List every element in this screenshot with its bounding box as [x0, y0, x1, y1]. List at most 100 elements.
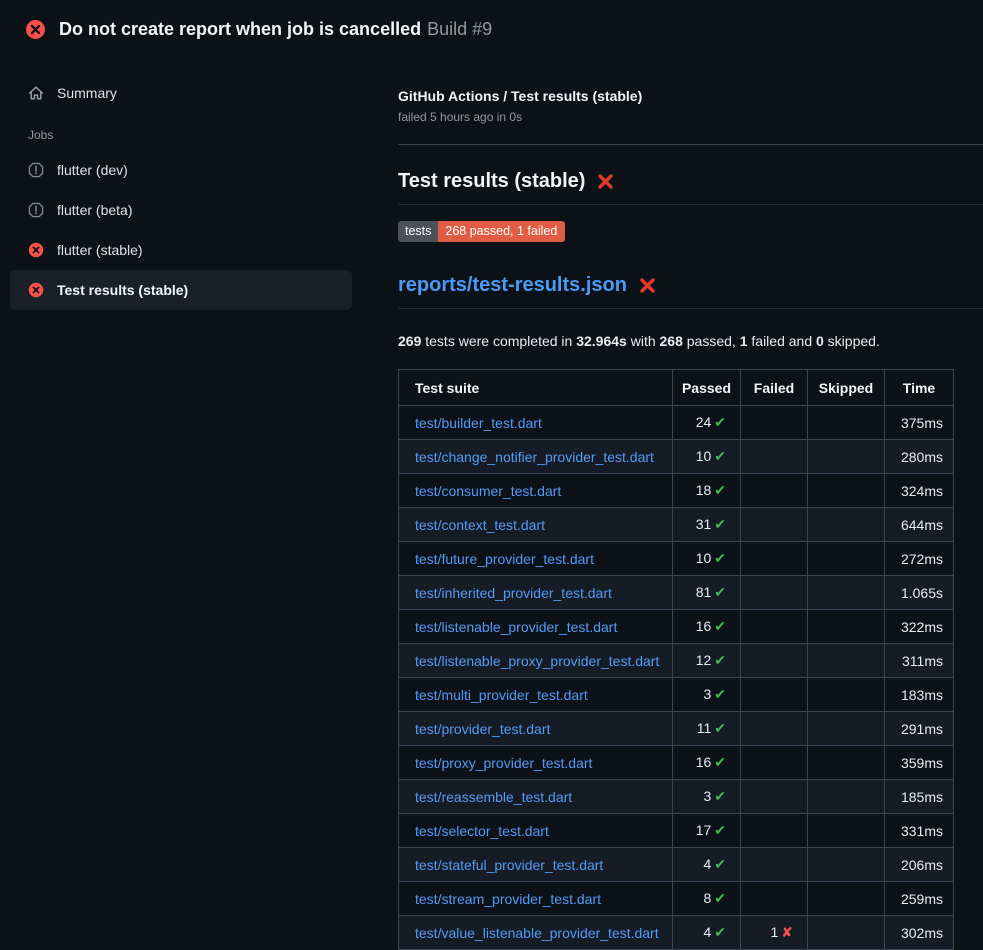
skipped-cell: [808, 780, 885, 814]
badge-label: tests: [398, 221, 438, 242]
skipped-cell: [808, 644, 885, 678]
skipped-count: 0: [816, 333, 824, 349]
check-icon: ✔: [714, 720, 726, 736]
x-mark-icon: [596, 172, 615, 191]
skipped-cell: [808, 576, 885, 610]
passed-cell: 3✔: [673, 780, 741, 814]
skipped-cell: [808, 814, 885, 848]
test-suite-link[interactable]: test/consumer_test.dart: [415, 483, 561, 499]
test-suite-cell: test/context_test.dart: [399, 508, 673, 542]
test-suite-cell: test/change_notifier_provider_test.dart: [399, 440, 673, 474]
time-cell: 183ms: [885, 678, 954, 712]
skipped-cell: [808, 848, 885, 882]
failed-cell: [741, 576, 808, 610]
test-suite-link[interactable]: test/proxy_provider_test.dart: [415, 755, 592, 771]
build-number: Build #9: [427, 19, 492, 39]
time-cell: 375ms: [885, 406, 954, 440]
test-suite-cell: test/listenable_proxy_provider_test.dart: [399, 644, 673, 678]
test-suite-link[interactable]: test/future_provider_test.dart: [415, 551, 594, 567]
sidebar: Summary Jobs flutter (dev) flut: [0, 56, 380, 310]
check-icon: ✔: [714, 414, 726, 430]
build-title-text: Do not create report when job is cancell…: [59, 19, 421, 39]
table-row: test/reassemble_test.dart 3✔ 185ms: [399, 780, 954, 814]
sidebar-item-flutter-dev[interactable]: flutter (dev): [10, 150, 352, 190]
test-suite-link[interactable]: test/value_listenable_provider_test.dart: [415, 925, 659, 941]
cancelled-status-icon: [28, 202, 44, 218]
test-suite-link[interactable]: test/change_notifier_provider_test.dart: [415, 449, 654, 465]
check-icon: ✔: [714, 550, 726, 566]
sidebar-item-summary[interactable]: Summary: [10, 74, 352, 112]
skipped-cell: [808, 508, 885, 542]
check-icon: ✔: [714, 482, 726, 498]
failed-cell: [741, 746, 808, 780]
test-suite-cell: test/stream_provider_test.dart: [399, 882, 673, 916]
check-icon: ✔: [714, 516, 726, 532]
sidebar-item-label: flutter (beta): [57, 202, 132, 218]
run-meta: failed 5 hours ago in 0s: [398, 109, 983, 125]
sidebar-item-test-results-stable[interactable]: Test results (stable): [10, 270, 352, 310]
test-suite-cell: test/inherited_provider_test.dart: [399, 576, 673, 610]
test-suite-link[interactable]: test/listenable_provider_test.dart: [415, 619, 617, 635]
passed-cell: 11✔: [673, 712, 741, 746]
time-cell: 280ms: [885, 440, 954, 474]
col-header-failed: Failed: [741, 370, 808, 406]
failed-cell: [741, 712, 808, 746]
test-suite-cell: test/stateful_provider_test.dart: [399, 848, 673, 882]
test-suite-link[interactable]: test/stream_provider_test.dart: [415, 891, 601, 907]
col-header-skipped: Skipped: [808, 370, 885, 406]
failed-cell: [741, 644, 808, 678]
test-suite-link[interactable]: test/multi_provider_test.dart: [415, 687, 588, 703]
report-file-link[interactable]: reports/test-results.json: [398, 272, 627, 299]
table-row: test/listenable_provider_test.dart 16✔ 3…: [399, 610, 954, 644]
test-suite-link[interactable]: test/builder_test.dart: [415, 415, 542, 431]
time-cell: 1.065s: [885, 576, 954, 610]
test-suite-cell: test/proxy_provider_test.dart: [399, 746, 673, 780]
failed-cell: [741, 780, 808, 814]
section-title: Test results (stable): [398, 168, 983, 205]
sidebar-item-flutter-beta[interactable]: flutter (beta): [10, 190, 352, 230]
table-header-row: Test suite Passed Failed Skipped Time: [399, 370, 954, 406]
failed-cell: [741, 610, 808, 644]
test-suite-link[interactable]: test/inherited_provider_test.dart: [415, 585, 612, 601]
passed-cell: 4✔: [673, 916, 741, 950]
test-suite-link[interactable]: test/context_test.dart: [415, 517, 545, 533]
section-title-text: Test results (stable): [398, 168, 585, 195]
check-icon: ✔: [714, 754, 726, 770]
table-row: test/context_test.dart 31✔ 644ms: [399, 508, 954, 542]
passed-cell: 10✔: [673, 440, 741, 474]
test-suite-link[interactable]: test/provider_test.dart: [415, 721, 550, 737]
time-cell: 259ms: [885, 882, 954, 916]
test-suite-link[interactable]: test/selector_test.dart: [415, 823, 549, 839]
results-table: Test suite Passed Failed Skipped Time te…: [398, 369, 954, 950]
failed-cell: [741, 678, 808, 712]
check-icon: ✔: [714, 822, 726, 838]
skipped-cell: [808, 712, 885, 746]
test-suite-link[interactable]: test/listenable_proxy_provider_test.dart: [415, 653, 659, 669]
skipped-cell: [808, 916, 885, 950]
tests-badge: tests 268 passed, 1 failed: [398, 221, 565, 242]
passed-cell: 16✔: [673, 610, 741, 644]
total-tests-count: 269: [398, 333, 421, 349]
test-suite-link[interactable]: test/reassemble_test.dart: [415, 789, 572, 805]
sidebar-item-label: flutter (stable): [57, 242, 143, 258]
test-suite-cell: test/listenable_provider_test.dart: [399, 610, 673, 644]
table-row: test/provider_test.dart 11✔ 291ms: [399, 712, 954, 746]
check-icon: ✔: [714, 652, 726, 668]
table-row: test/value_listenable_provider_test.dart…: [399, 916, 954, 950]
col-header-time: Time: [885, 370, 954, 406]
duration: 32.964s: [576, 333, 627, 349]
skipped-cell: [808, 406, 885, 440]
table-row: test/stream_provider_test.dart 8✔ 259ms: [399, 882, 954, 916]
passed-cell: 24✔: [673, 406, 741, 440]
passed-cell: 31✔: [673, 508, 741, 542]
passed-cell: 4✔: [673, 848, 741, 882]
check-icon: ✔: [714, 924, 726, 940]
skipped-cell: [808, 610, 885, 644]
check-icon: ✔: [714, 890, 726, 906]
failed-cell: [741, 542, 808, 576]
sidebar-item-flutter-stable[interactable]: flutter (stable): [10, 230, 352, 270]
check-icon: ✔: [714, 448, 726, 464]
breadcrumb: GitHub Actions / Test results (stable): [398, 86, 983, 106]
test-suite-link[interactable]: test/stateful_provider_test.dart: [415, 857, 603, 873]
passed-cell: 12✔: [673, 644, 741, 678]
